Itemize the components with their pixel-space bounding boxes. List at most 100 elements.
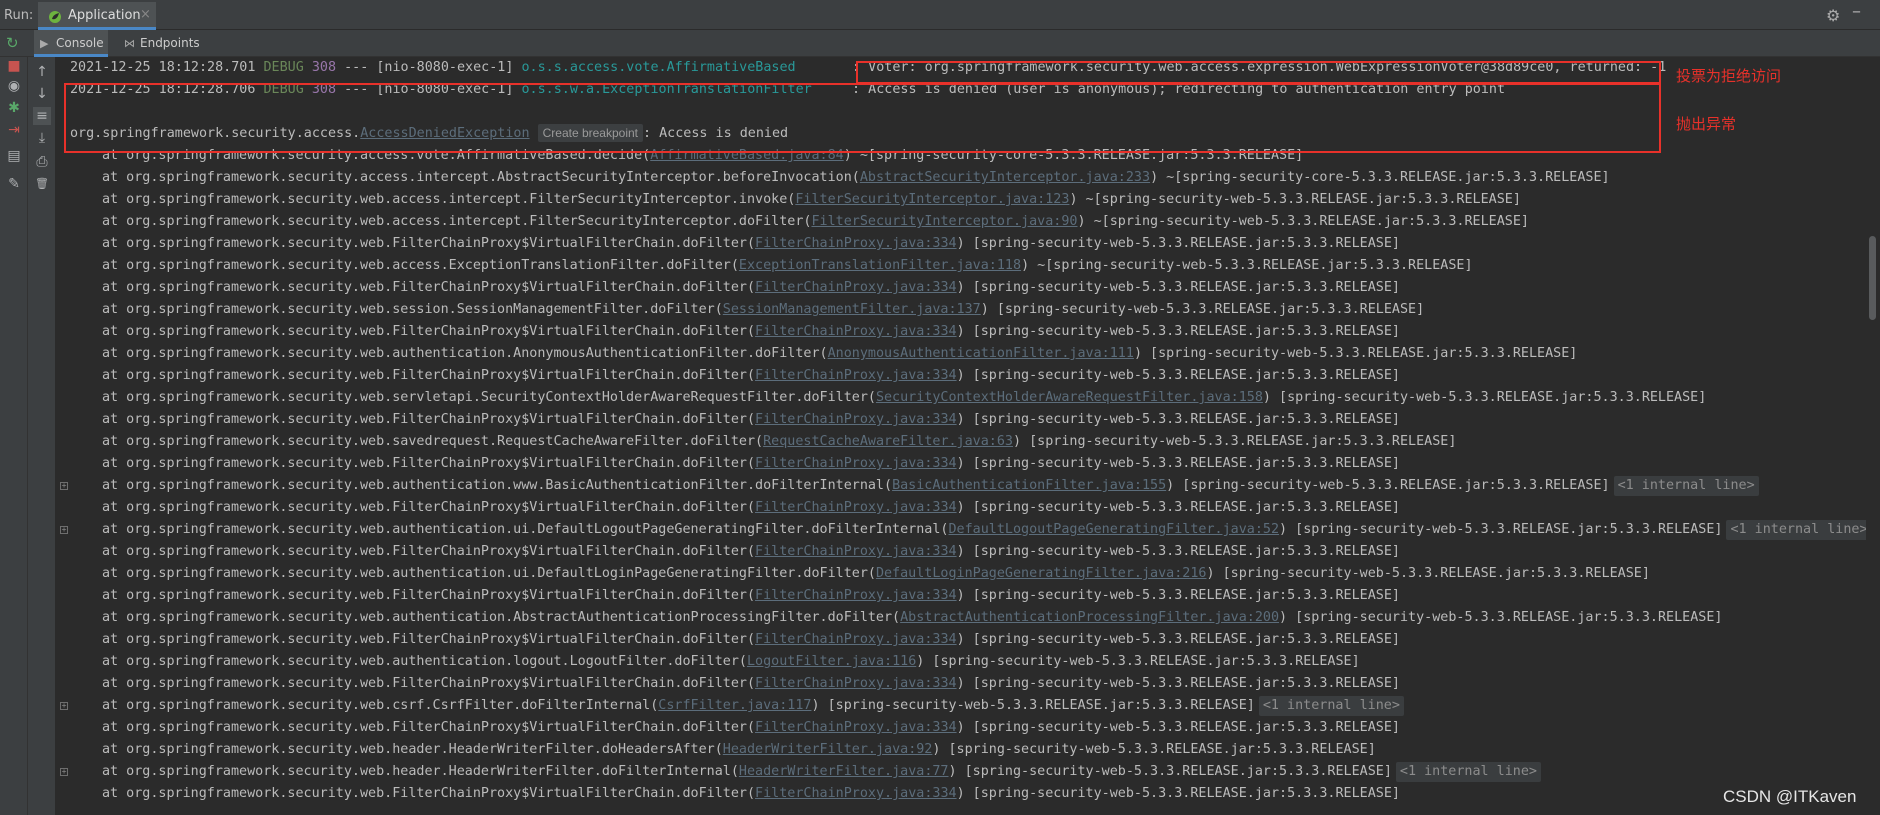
expand-icon[interactable]: + [60, 526, 68, 534]
internal-lines-fold[interactable]: <1 internal line> [1613, 476, 1759, 496]
expand-icon[interactable]: + [60, 482, 68, 490]
stack-frame-method: at org.springframework.security.web.Filt… [102, 786, 756, 801]
stack-frame-source-link[interactable]: FilterChainProxy.java:334 [755, 632, 957, 647]
stack-frame-source-link[interactable]: SessionManagementFilter.java:137 [723, 302, 981, 317]
stack-frame-source-link[interactable]: AbstractSecurityInterceptor.java:233 [860, 170, 1150, 185]
stack-frame-jar: ) [spring-security-web-5.3.3.RELEASE.jar… [956, 412, 1400, 427]
tab-application[interactable]: Application × [38, 2, 156, 30]
stack-frame-source-link[interactable]: AbstractAuthenticationProcessingFilter.j… [900, 610, 1279, 625]
stack-frame-source-link[interactable]: FilterChainProxy.java:334 [755, 236, 957, 251]
scroll-to-end-icon[interactable]: ⤓ [33, 129, 51, 147]
stop-icon[interactable]: ■ [5, 57, 23, 75]
stack-frame-source-link[interactable]: CsrfFilter.java:117 [658, 698, 811, 713]
stack-frame-source-link[interactable]: FilterChainProxy.java:334 [755, 368, 957, 383]
stack-frame-source-link[interactable]: FilterChainProxy.java:334 [755, 280, 957, 295]
pin-icon[interactable]: ✎ [5, 175, 23, 193]
stack-frame-jar: ) [spring-security-web-5.3.3.RELEASE.jar… [1279, 610, 1723, 625]
log-logger[interactable]: o.s.s.access.vote.AffirmativeBased [522, 60, 844, 75]
exit-icon[interactable]: ⇥ [5, 121, 23, 139]
stack-frame-method: at org.springframework.security.web.acce… [102, 192, 796, 207]
stack-frame-jar: ) [spring-security-web-5.3.3.RELEASE.jar… [1166, 478, 1610, 493]
camera-icon[interactable]: ◉ [5, 77, 23, 95]
console-scrollbar[interactable] [1866, 57, 1880, 815]
stack-frame-source-link[interactable]: ExceptionTranslationFilter.java:118 [739, 258, 1021, 273]
stack-frame: at org.springframework.security.web.sess… [70, 299, 1872, 321]
stack-frame-method: at org.springframework.security.web.Filt… [102, 632, 756, 647]
stack-frame-jar: ) [spring-security-web-5.3.3.RELEASE.jar… [916, 654, 1360, 669]
stack-frame-method: at org.springframework.security.web.Filt… [102, 236, 756, 251]
console-output[interactable]: 2021-12-25 18:12:28.701 DEBUG 308 --- [n… [56, 57, 1872, 815]
stack-frame: at org.springframework.security.web.Filt… [70, 673, 1872, 695]
gear-icon[interactable]: ⚙ [1826, 6, 1840, 25]
stack-frame-source-link[interactable]: SecurityContextHolderAwareRequestFilter.… [876, 390, 1263, 405]
internal-lines-fold[interactable]: <1 internal line> [1726, 520, 1872, 540]
internal-lines-fold[interactable]: <1 internal line> [1395, 762, 1541, 782]
stack-frame-jar: ) ~[spring-security-core-5.3.3.RELEASE.j… [1150, 170, 1610, 185]
log-thread: [nio-8080-exec-1] [376, 60, 514, 75]
stack-frame-source-link[interactable]: FilterChainProxy.java:334 [755, 412, 957, 427]
stack-frame-jar: ) ~[spring-security-web-5.3.3.RELEASE.ja… [1069, 192, 1521, 207]
expand-icon[interactable]: + [60, 768, 68, 776]
tab-console[interactable]: ▶ Console [34, 30, 108, 57]
stack-frame-method: at org.springframework.security.web.serv… [102, 390, 876, 405]
run-label: Run: [4, 8, 34, 23]
stack-frame-method: at org.springframework.security.web.sess… [102, 302, 723, 317]
stack-frame-source-link[interactable]: FilterChainProxy.java:334 [755, 500, 957, 515]
log-level: DEBUG [263, 60, 304, 75]
spring-leaf-icon [49, 11, 61, 23]
stack-frame: at org.springframework.security.web.auth… [70, 343, 1872, 365]
tab-endpoints[interactable]: ⋈ Endpoints [118, 30, 208, 57]
stack-frame-source-link[interactable]: FilterChainProxy.java:334 [755, 676, 957, 691]
minimize-icon[interactable]: – [1852, 1, 1861, 22]
stack-frame-source-link[interactable]: DefaultLogoutPageGeneratingFilter.java:5… [949, 522, 1280, 537]
stack-frame-source-link[interactable]: LogoutFilter.java:116 [747, 654, 916, 669]
console-scrollbar-thumb[interactable] [1869, 236, 1876, 320]
close-icon[interactable]: × [140, 7, 151, 22]
stack-frame-source-link[interactable]: FilterChainProxy.java:334 [755, 324, 957, 339]
annotation-box-vote [856, 61, 1661, 84]
soft-wrap-icon[interactable]: ≡ [33, 107, 51, 125]
stack-frame-source-link[interactable]: FilterChainProxy.java:334 [755, 588, 957, 603]
stack-frame-method: at org.springframework.security.web.head… [102, 764, 739, 779]
stack-frame-jar: ) [spring-security-web-5.3.3.RELEASE.jar… [1133, 346, 1578, 361]
arrow-down-icon[interactable]: ↓ [33, 85, 51, 103]
expand-icon[interactable]: + [60, 702, 68, 710]
stack-frame-source-link[interactable]: FilterSecurityInterceptor.java:123 [795, 192, 1069, 207]
stack-frame: at org.springframework.security.web.Filt… [70, 629, 1872, 651]
stack-frame-source-link[interactable]: BasicAuthenticationFilter.java:155 [892, 478, 1166, 493]
stack-frame-source-link[interactable]: DefaultLoginPageGeneratingFilter.java:21… [876, 566, 1207, 581]
run-toolbar: Run: Application × ⚙ – [0, 0, 1880, 30]
internal-lines-fold[interactable]: <1 internal line> [1258, 696, 1404, 716]
stack-frame-source-link[interactable]: HeaderWriterFilter.java:92 [723, 742, 933, 757]
stack-frame-source-link[interactable]: FilterSecurityInterceptor.java:90 [811, 214, 1077, 229]
stack-frame: at org.springframework.security.web.auth… [70, 607, 1872, 629]
debug-icon[interactable]: ✱ [5, 99, 23, 117]
layout-icon[interactable]: ▤ [5, 147, 23, 165]
stack-frame-source-link[interactable]: FilterChainProxy.java:334 [755, 456, 957, 471]
print-icon[interactable]: ⎙ [33, 153, 51, 171]
tab-endpoints-label: Endpoints [140, 36, 200, 50]
watermark: CSDN @ITKaven [1723, 787, 1857, 806]
stack-frame: at org.springframework.security.web.acce… [70, 211, 1872, 233]
stack-frame: at org.springframework.security.web.auth… [70, 563, 1872, 585]
stack-frame-jar: ) [spring-security-web-5.3.3.RELEASE.jar… [956, 280, 1400, 295]
trash-icon[interactable]: 🗑 [33, 175, 51, 193]
stack-frame-method: at org.springframework.security.web.auth… [102, 654, 747, 669]
stack-frame-source-link[interactable]: FilterChainProxy.java:334 [755, 720, 957, 735]
stack-frame-source-link[interactable]: HeaderWriterFilter.java:77 [739, 764, 949, 779]
stack-frame-jar: ) [spring-security-web-5.3.3.RELEASE.jar… [956, 632, 1400, 647]
stack-frame-jar: ) [spring-security-web-5.3.3.RELEASE.jar… [956, 588, 1400, 603]
stack-frame: at org.springframework.security.web.head… [70, 739, 1872, 761]
stack-frame-source-link[interactable]: FilterChainProxy.java:334 [755, 786, 957, 801]
rerun-icon[interactable]: ↻ [6, 34, 19, 52]
stack-frame-method: at org.springframework.security.web.Filt… [102, 368, 756, 383]
arrow-up-icon[interactable]: ↑ [33, 63, 51, 81]
annotation-exception-note: 抛出异常 [1676, 115, 1737, 133]
stack-frame-source-link[interactable]: RequestCacheAwareFilter.java:63 [763, 434, 1013, 449]
annotation-vote-note: 投票为拒绝访问 [1676, 67, 1782, 85]
stack-frame-source-link[interactable]: FilterChainProxy.java:334 [755, 544, 957, 559]
stack-frame-jar: ) [spring-security-web-5.3.3.RELEASE.jar… [956, 544, 1400, 559]
stack-frame-method: at org.springframework.security.web.Filt… [102, 500, 756, 515]
stack-frame-method: at org.springframework.security.web.Filt… [102, 324, 756, 339]
stack-frame-source-link[interactable]: AnonymousAuthenticationFilter.java:111 [828, 346, 1134, 361]
